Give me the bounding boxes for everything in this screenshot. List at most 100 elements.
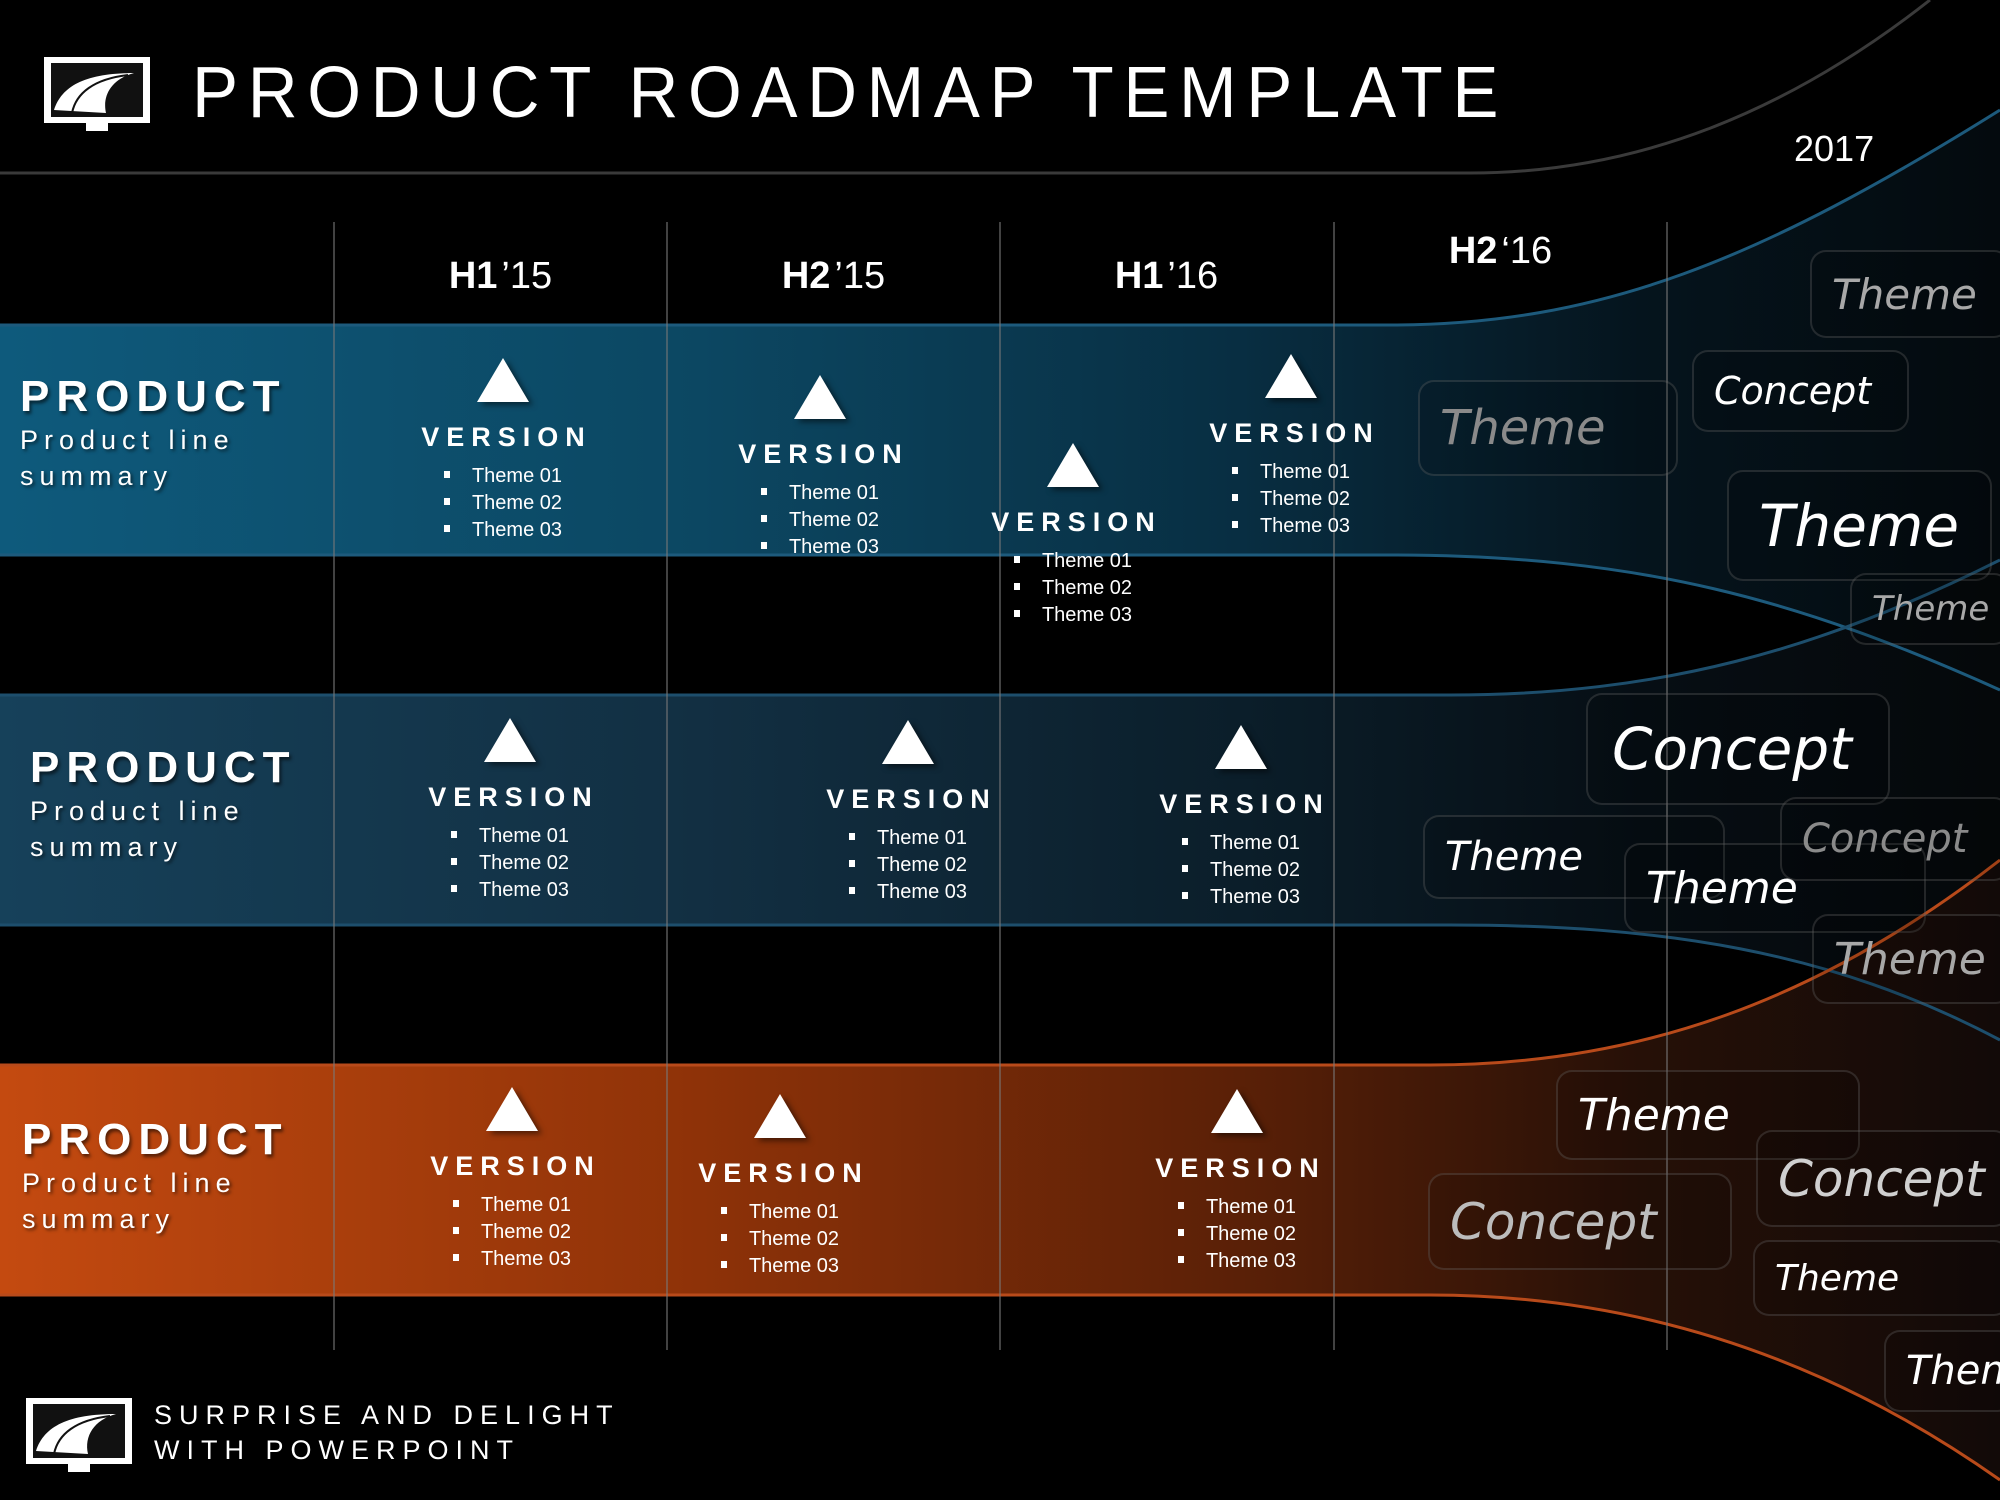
theme-item: Theme 02 <box>450 850 569 877</box>
future-theme-box[interactable]: Theme <box>1753 1240 2000 1316</box>
version-label: VERSION <box>421 422 592 452</box>
triangle-marker-icon <box>1215 725 1267 769</box>
theme-item: Theme 01 <box>1231 459 1350 486</box>
square-bullet-icon <box>760 488 767 496</box>
triangle-marker-icon <box>484 718 536 762</box>
theme-item: Theme 02 <box>1177 1221 1296 1248</box>
theme-list: Theme 01 Theme 02 Theme 03 <box>1181 830 1300 911</box>
product-title: PRODUCT <box>30 743 297 792</box>
version-label: VERSION <box>428 782 599 812</box>
product-label-1: PRODUCT Product line summary <box>20 372 287 494</box>
road-monitor-icon <box>24 1396 134 1476</box>
square-bullet-icon <box>1177 1256 1184 1264</box>
column-half: H1 <box>448 255 498 297</box>
column-header-h2-15: H2’15 <box>667 255 1000 298</box>
product-title: PRODUCT <box>22 1115 289 1164</box>
square-bullet-icon <box>1013 583 1020 591</box>
column-header-h1-15: H1’15 <box>334 255 667 298</box>
theme-item: Theme 03 <box>720 1253 839 1280</box>
milestone-p2-v2[interactable]: VERSION Theme 01 Theme 02 Theme 03 <box>808 720 1008 906</box>
road-monitor-icon <box>42 55 152 135</box>
triangle-marker-icon <box>486 1087 538 1131</box>
square-bullet-icon <box>443 471 450 479</box>
column-header-h1-16: H1’16 <box>1000 255 1333 298</box>
theme-item: Theme 01 <box>760 480 879 507</box>
theme-list: Theme 01 Theme 02 Theme 03 <box>760 480 879 561</box>
theme-item: Theme 03 <box>760 534 879 561</box>
triangle-marker-icon <box>1211 1089 1263 1133</box>
page-title: PRODUCT ROADMAP TEMPLATE <box>192 53 1509 133</box>
year-label: 2017 <box>1794 128 1875 169</box>
milestone-p3-v3[interactable]: VERSION Theme 01 Theme 02 Theme 03 <box>1137 1089 1337 1275</box>
triangle-marker-icon <box>1265 354 1317 398</box>
triangle-marker-icon <box>754 1094 806 1138</box>
version-label: VERSION <box>1209 418 1380 448</box>
theme-item: Theme 03 <box>1013 602 1132 629</box>
product-subtitle: Product line summary <box>20 425 235 491</box>
milestone-p3-v1[interactable]: VERSION Theme 01 Theme 02 Theme 03 <box>412 1087 612 1273</box>
theme-item: Theme 01 <box>1181 830 1300 857</box>
future-theme-box[interactable]: Theme <box>1810 250 2000 338</box>
version-label: VERSION <box>430 1151 601 1181</box>
square-bullet-icon <box>443 498 450 506</box>
theme-list: Theme 01 Theme 02 Theme 03 <box>720 1199 839 1280</box>
theme-item: Theme 01 <box>1013 548 1132 575</box>
future-theme-box[interactable]: Theme <box>1418 380 1678 476</box>
theme-item: Theme 03 <box>452 1246 571 1273</box>
column-header-h2-16: H2 ‘16 <box>1334 230 1667 273</box>
theme-list: Theme 01 Theme 02 Theme 03 <box>1177 1194 1296 1275</box>
milestone-p1-v2[interactable]: VERSION Theme 01 Theme 02 Theme 03 <box>720 375 920 561</box>
theme-item: Theme 02 <box>443 490 562 517</box>
square-bullet-icon <box>443 525 450 533</box>
future-theme-box[interactable]: Theme <box>1884 1330 2000 1412</box>
version-label: VERSION <box>1159 789 1330 819</box>
theme-item: Theme 03 <box>1181 884 1300 911</box>
square-bullet-icon <box>760 515 767 523</box>
future-theme-box[interactable]: Theme <box>1812 914 2000 1004</box>
square-bullet-icon <box>1013 610 1020 618</box>
theme-item: Theme 01 <box>1177 1194 1296 1221</box>
milestone-p1-v4[interactable]: VERSION Theme 01 Theme 02 Theme 03 <box>1191 354 1391 540</box>
square-bullet-icon <box>1231 467 1238 475</box>
theme-item: Theme 01 <box>452 1192 571 1219</box>
future-concept-box[interactable]: Concept <box>1692 350 1909 432</box>
square-bullet-icon <box>848 833 855 841</box>
theme-item: Theme 03 <box>450 877 569 904</box>
future-concept-box[interactable]: Concept <box>1756 1130 2000 1227</box>
product-label-3: PRODUCT Product line summary <box>22 1115 289 1237</box>
square-bullet-icon <box>1177 1202 1184 1210</box>
column-half: H2 <box>1448 230 1498 272</box>
footer-tagline: SURPRISE AND DELIGHT WITH POWERPOINT <box>154 1398 620 1468</box>
theme-list: Theme 01 Theme 02 Theme 03 <box>848 825 967 906</box>
milestone-p3-v2[interactable]: VERSION Theme 01 Theme 02 Theme 03 <box>680 1094 880 1280</box>
milestone-p1-v3[interactable]: VERSION Theme 01 Theme 02 Theme 03 <box>973 443 1173 629</box>
future-concept-box[interactable]: Concept <box>1586 693 1890 805</box>
product-subtitle: Product line summary <box>30 796 245 862</box>
milestone-p2-v3[interactable]: VERSION Theme 01 Theme 02 Theme 03 <box>1141 725 1341 911</box>
product-label-2: PRODUCT Product line summary <box>30 743 297 865</box>
future-theme-box[interactable]: Theme <box>1850 573 2000 645</box>
milestone-p1-v1[interactable]: VERSION Theme 01 Theme 02 Theme 03 <box>403 358 603 544</box>
triangle-marker-icon <box>1047 443 1099 487</box>
square-bullet-icon <box>450 831 457 839</box>
square-bullet-icon <box>450 885 457 893</box>
theme-item: Theme 03 <box>1177 1248 1296 1275</box>
square-bullet-icon <box>1177 1229 1184 1237</box>
theme-item: Theme 02 <box>760 507 879 534</box>
square-bullet-icon <box>720 1261 727 1269</box>
square-bullet-icon <box>720 1207 727 1215</box>
theme-item: Theme 01 <box>443 463 562 490</box>
future-concept-box[interactable]: Concept <box>1428 1173 1732 1270</box>
square-bullet-icon <box>1013 556 1020 564</box>
square-bullet-icon <box>1231 494 1238 502</box>
theme-item: Theme 02 <box>452 1219 571 1246</box>
theme-list: Theme 01 Theme 02 Theme 03 <box>443 463 562 544</box>
square-bullet-icon <box>720 1234 727 1242</box>
square-bullet-icon <box>1181 865 1188 873</box>
triangle-marker-icon <box>882 720 934 764</box>
milestone-p2-v1[interactable]: VERSION Theme 01 Theme 02 Theme 03 <box>410 718 610 904</box>
version-label: VERSION <box>991 507 1162 537</box>
square-bullet-icon <box>452 1254 459 1262</box>
future-theme-box[interactable]: Theme <box>1727 470 1992 581</box>
future-concept-box[interactable]: Concept <box>1780 797 2000 881</box>
